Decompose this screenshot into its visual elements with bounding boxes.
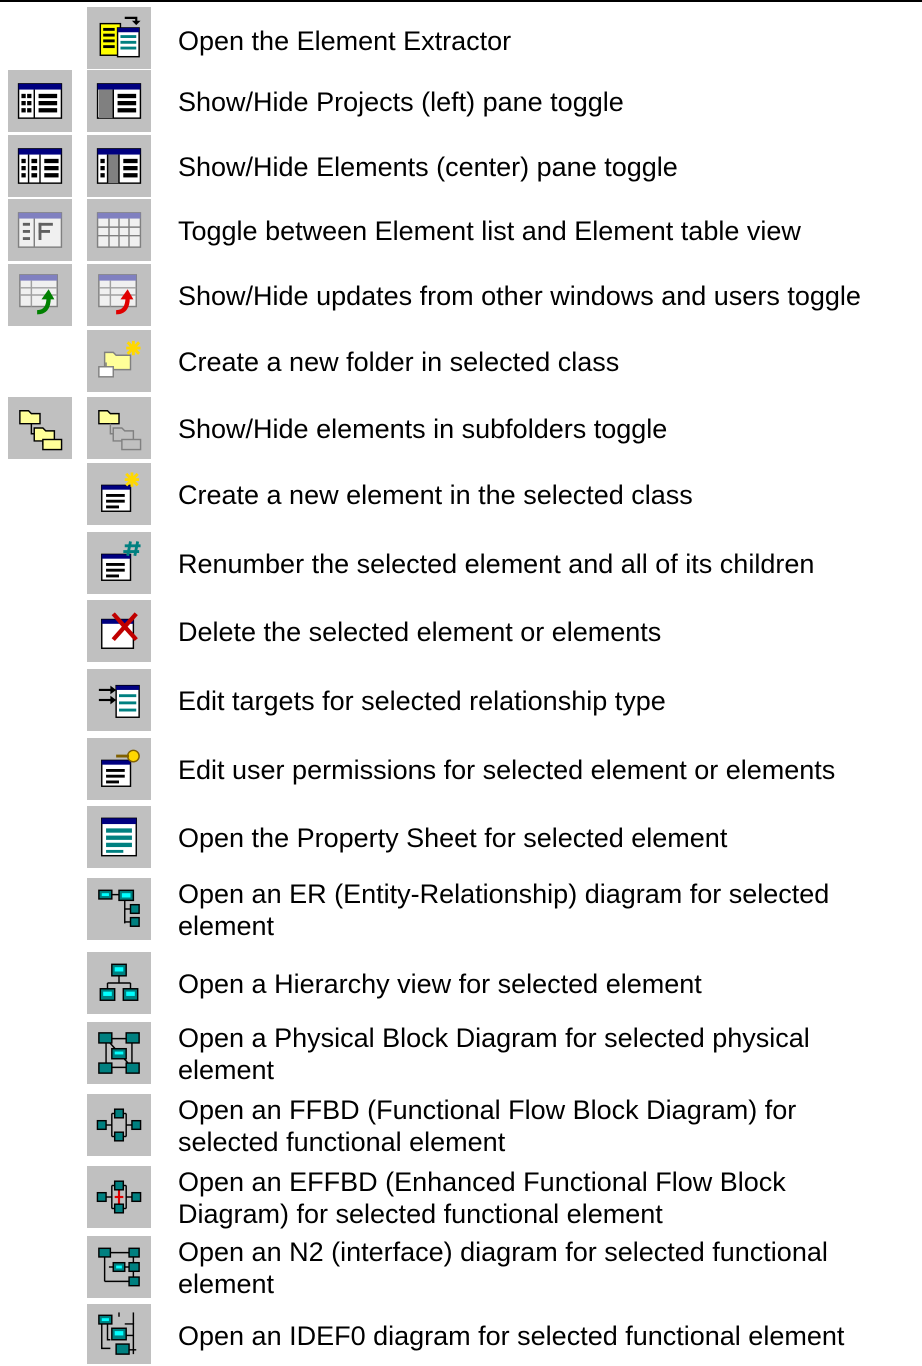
legend-description: Delete the selected element or elements bbox=[178, 617, 662, 647]
legend-row: Open a Physical Block Diagram for select… bbox=[0, 1022, 922, 1092]
legend-description: Edit user permissions for selected eleme… bbox=[178, 755, 836, 785]
delete-element-icon bbox=[87, 600, 151, 662]
element-list-view-icon bbox=[8, 199, 72, 261]
legend-row: Renumber the selected element and all of… bbox=[0, 532, 922, 596]
user-permissions-icon bbox=[87, 738, 151, 800]
legend-description: Open an IDEF0 diagram for selected funct… bbox=[178, 1321, 845, 1351]
legend-description: Edit targets for selected relationship t… bbox=[178, 686, 666, 716]
subfolders-shown-icon bbox=[8, 397, 72, 459]
element-table-view-icon bbox=[87, 199, 151, 261]
hierarchy-view-icon bbox=[87, 952, 151, 1014]
legend-description: Open the Element Extractor bbox=[178, 26, 512, 56]
legend-row: Create a new element in the selected cla… bbox=[0, 463, 922, 527]
new-folder-icon bbox=[87, 330, 151, 392]
elements-pane-hidden-icon bbox=[87, 135, 151, 197]
legend-row: Create a new folder in selected class bbox=[0, 330, 922, 394]
legend-row: Open a Hierarchy view for selected eleme… bbox=[0, 952, 922, 1016]
legend-description: Toggle between Element list and Element … bbox=[178, 216, 801, 246]
legend-description: Open the Property Sheet for selected ele… bbox=[178, 823, 728, 853]
element-extractor-icon bbox=[87, 7, 151, 69]
updates-shown-icon bbox=[8, 264, 72, 326]
subfolders-hidden-icon bbox=[87, 397, 151, 459]
legend-description: Create a new element in the selected cla… bbox=[178, 480, 693, 510]
elements-pane-shown-icon bbox=[8, 135, 72, 197]
idef0-diagram-icon bbox=[87, 1304, 151, 1364]
legend-row: Open an FFBD (Functional Flow Block Diag… bbox=[0, 1094, 922, 1164]
legend-row: Edit user permissions for selected eleme… bbox=[0, 738, 922, 802]
top-rule bbox=[0, 0, 922, 2]
legend-description: Renumber the selected element and all of… bbox=[178, 549, 815, 579]
legend-description: Open a Physical Block Diagram for select… bbox=[178, 1023, 810, 1085]
ffbd-icon bbox=[87, 1094, 151, 1156]
physical-block-diagram-icon bbox=[87, 1022, 151, 1084]
legend-description: Open an EFFBD (Enhanced Functional Flow … bbox=[178, 1167, 786, 1229]
legend-description: Open an N2 (interface) diagram for selec… bbox=[178, 1237, 828, 1299]
legend-description: Open an ER (Entity-Relationship) diagram… bbox=[178, 879, 830, 941]
legend-description: Create a new folder in selected class bbox=[178, 347, 620, 377]
updates-hidden-icon bbox=[87, 264, 151, 326]
legend-row: Show/Hide Elements (center) pane toggle bbox=[0, 135, 922, 199]
legend-row: Delete the selected element or elements bbox=[0, 600, 922, 664]
new-element-icon bbox=[87, 463, 151, 525]
legend-row: Open an N2 (interface) diagram for selec… bbox=[0, 1236, 922, 1306]
legend-row: Show/Hide updates from other windows and… bbox=[0, 264, 922, 328]
property-sheet-icon bbox=[87, 806, 151, 868]
legend-description: Show/Hide Elements (center) pane toggle bbox=[178, 152, 678, 182]
projects-pane-shown-icon bbox=[8, 70, 72, 132]
legend-row: Show/Hide elements in subfolders toggle bbox=[0, 397, 922, 461]
legend-row: Toggle between Element list and Element … bbox=[0, 199, 922, 263]
projects-pane-hidden-icon bbox=[87, 70, 151, 132]
legend-row: Show/Hide Projects (left) pane toggle bbox=[0, 70, 922, 134]
effbd-icon bbox=[87, 1166, 151, 1228]
legend-description: Open a Hierarchy view for selected eleme… bbox=[178, 969, 702, 999]
edit-targets-icon bbox=[87, 669, 151, 731]
legend-description: Show/Hide elements in subfolders toggle bbox=[178, 414, 668, 444]
legend-row: Open an IDEF0 diagram for selected funct… bbox=[0, 1304, 922, 1366]
legend-description: Show/Hide updates from other windows and… bbox=[178, 281, 861, 311]
legend-row: Open an EFFBD (Enhanced Functional Flow … bbox=[0, 1166, 922, 1236]
legend-description: Open an FFBD (Functional Flow Block Diag… bbox=[178, 1095, 797, 1157]
legend-row: Open an ER (Entity-Relationship) diagram… bbox=[0, 878, 922, 948]
legend-row: Edit targets for selected relationship t… bbox=[0, 669, 922, 733]
n2-diagram-icon bbox=[87, 1236, 151, 1298]
legend-row: Open the Property Sheet for selected ele… bbox=[0, 806, 922, 870]
renumber-icon bbox=[87, 532, 151, 594]
legend-description: Show/Hide Projects (left) pane toggle bbox=[178, 87, 624, 117]
legend-row: Open the Element Extractor bbox=[0, 7, 922, 71]
er-diagram-icon bbox=[87, 878, 151, 940]
